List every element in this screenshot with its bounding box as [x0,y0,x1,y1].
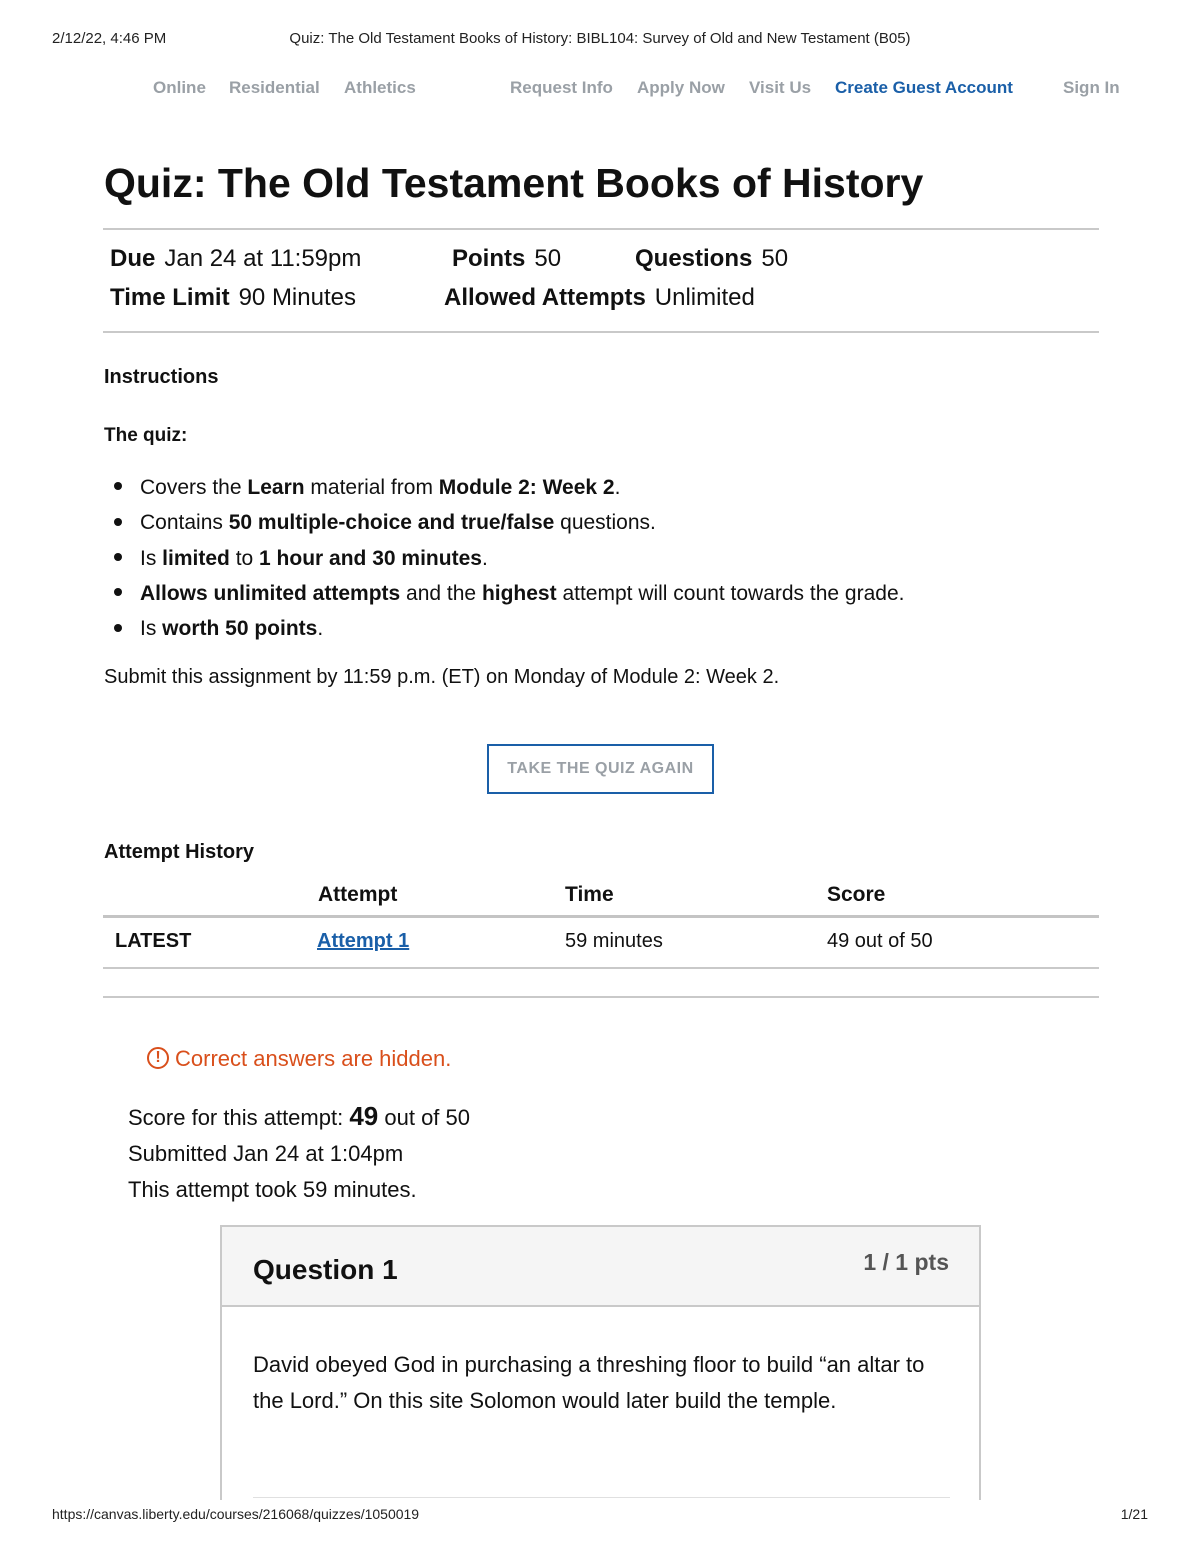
print-header: 2/12/22, 4:46 PM Quiz: The Old Testament… [52,30,1148,50]
nav-request-info[interactable]: Request Info [510,78,613,98]
meta-time-limit: Time Limit 90 Minutes [110,284,356,312]
meta-allowed-attempts-label: Allowed Attempts [444,284,646,311]
bullet-text: Is [140,546,163,570]
meta-due-label: Due [110,245,156,272]
meta-due: Due Jan 24 at 11:59pm [110,245,361,273]
bullet-text: . [614,476,621,499]
column-header-time: Time [565,883,614,906]
bullet-emphasis: worth 50 points [162,617,318,641]
nav-create-guest-account[interactable]: Create Guest Account [835,78,1013,98]
bullet-text: to [229,546,260,570]
bullet-text: questions. [554,511,656,535]
meta-questions: Questions 50 [635,245,788,273]
submitted-line: Submitted Jan 24 at 1:04pm [128,1141,404,1166]
meta-questions-label: Questions [635,245,753,272]
attempt-duration-line: This attempt took 59 minutes. [128,1177,417,1202]
meta-divider [103,331,1099,333]
nav-apply-now[interactable]: Apply Now [637,78,725,98]
instruction-bullet: Is limited to 1 hour and 30 minutes. [114,545,904,580]
meta-time-limit-label: Time Limit [110,284,230,311]
title-divider [103,228,1099,230]
attempt-score-line: Score for this attempt: 49 out of 50 [128,1101,470,1132]
bullet-text: Contains [140,511,229,535]
attempt-1-link[interactable]: Attempt 1 [317,930,409,952]
instruction-bullet: Is worth 50 points. [114,615,904,650]
page-title: Quiz: The Old Testament Books of History [104,160,924,206]
column-header-score: Score [827,883,886,906]
hidden-answers-text: Correct answers are hidden. [175,1046,452,1071]
instructions-heading: Instructions [104,366,219,388]
bullet-dot-icon [114,517,122,526]
attempt-history-heading: Attempt History [104,841,255,863]
column-header-attempt: Attempt [318,883,398,906]
instruction-bullet: Contains 50 multiple-choice and true/fal… [114,509,904,544]
question-card: Question 1 1 / 1 pts David obeyed God in… [220,1225,981,1500]
section-divider [103,996,1099,998]
score-suffix: out of 50 [384,1105,471,1130]
nav-visit-us[interactable]: Visit Us [749,78,811,98]
bullet-emphasis: 50 multiple-choice and true/false [228,511,555,535]
bullet-text: material from [304,476,439,499]
top-nav: Online Residential Athletics Request Inf… [0,78,1200,102]
meta-allowed-attempts: Allowed Attempts Unlimited [444,284,755,312]
row-tag-latest: LATEST [115,930,192,952]
instructions-list: Covers the Learn material from Module 2:… [114,474,904,650]
attempt-cell: Attempt 1 [317,930,409,953]
warning-icon: ! [147,1047,169,1070]
table-row-divider [103,967,1099,969]
bullet-text: Covers the [140,476,248,499]
bullet-emphasis: Learn [247,476,305,499]
table-header-divider [103,915,1099,918]
bullet-emphasis: 1 hour and 30 minutes [259,546,482,570]
bullet-text: Is [140,617,163,641]
time-cell: 59 minutes [565,930,663,952]
meta-allowed-attempts-value: Unlimited [654,284,755,311]
nav-online[interactable]: Online [153,78,206,98]
bullet-emphasis: Allows unlimited attempts [140,581,401,605]
meta-points: Points 50 [452,245,561,273]
question-points: 1 / 1 pts [863,1249,949,1275]
bullet-text: . [317,617,324,641]
bullet-dot-icon [114,588,122,597]
print-url: https://canvas.liberty.edu/courses/21606… [52,1506,420,1522]
meta-due-value: Jan 24 at 11:59pm [164,245,362,272]
print-title: Quiz: The Old Testament Books of History… [289,30,911,47]
question-answer-divider [253,1497,950,1498]
meta-questions-value: 50 [761,245,789,272]
bullet-emphasis: Module 2: Week 2 [438,476,615,499]
meta-time-limit-value: 90 Minutes [238,284,356,311]
bullet-text: attempt will count towards the grade. [556,581,905,605]
nav-residential[interactable]: Residential [229,78,320,98]
score-prefix: Score for this attempt: [128,1105,344,1130]
question-header: Question 1 1 / 1 pts [222,1227,979,1307]
hidden-answers-notice: ! Correct answers are hidden. [147,1046,451,1072]
nav-sign-in[interactable]: Sign In [1063,78,1120,98]
bullet-dot-icon [114,623,122,632]
bullet-emphasis: highest [481,581,557,605]
print-footer: https://canvas.liberty.edu/courses/21606… [52,1506,1148,1526]
instructions-intro: The quiz: [104,425,188,446]
question-title: Question 1 [253,1254,398,1285]
bullet-text: and the [400,581,482,605]
bullet-emphasis: limited [162,546,230,570]
print-page-number: 1/21 [1120,1506,1148,1522]
bullet-dot-icon [114,482,122,491]
take-quiz-again-button[interactable]: TAKE THE QUIZ AGAIN [487,744,714,794]
meta-points-value: 50 [534,245,562,272]
instruction-bullet: Covers the Learn material from Module 2:… [114,474,904,509]
nav-athletics[interactable]: Athletics [344,78,416,98]
bullet-text: . [481,546,488,570]
submit-note: Submit this assignment by 11:59 p.m. (ET… [104,666,780,688]
instruction-bullet: Allows unlimited attempts and the highes… [114,580,904,615]
score-cell: 49 out of 50 [827,930,933,952]
meta-points-label: Points [452,245,526,272]
question-text: David obeyed God in purchasing a threshi… [253,1352,925,1413]
bullet-dot-icon [114,553,122,562]
score-value: 49 [349,1101,379,1131]
